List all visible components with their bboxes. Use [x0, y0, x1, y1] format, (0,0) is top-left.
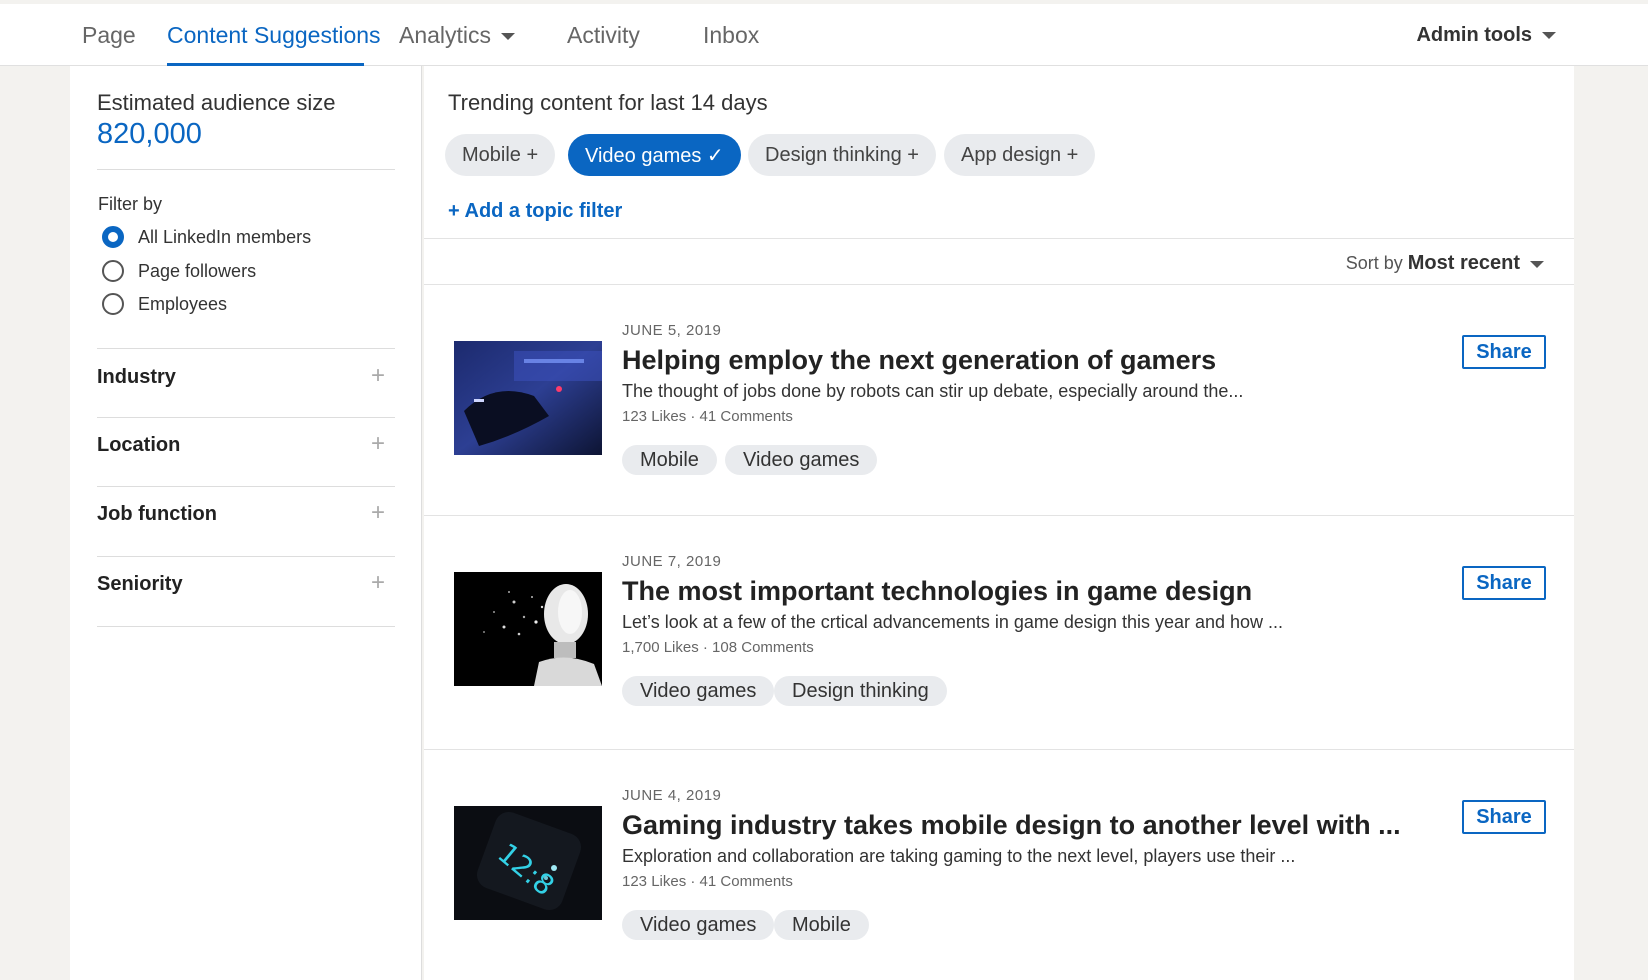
share-button[interactable]: Share: [1462, 566, 1546, 600]
card-stats: 1,700 Likes · 108 Comments: [622, 639, 814, 656]
topic-pill-video-games[interactable]: Video games ✓: [568, 134, 741, 176]
card-description: Exploration and collaboration are taking…: [622, 846, 1296, 866]
plus-icon[interactable]: +: [371, 362, 385, 390]
tab-inbox[interactable]: Inbox: [703, 22, 759, 49]
facet-seniority[interactable]: Seniority +: [97, 569, 395, 596]
plus-icon[interactable]: +: [371, 569, 385, 597]
share-button[interactable]: Share: [1462, 335, 1546, 369]
share-button[interactable]: Share: [1462, 800, 1546, 834]
radio-page-followers[interactable]: Page followers: [102, 260, 256, 282]
facet-label: Job function: [97, 503, 217, 525]
gaming-keyboard-image-svg: [454, 341, 602, 455]
card-stats: 123 Likes · 41 Comments: [622, 873, 793, 890]
content-card: JUNE 5, 2019 Helping employ the next gen…: [424, 285, 1574, 515]
add-topic-filter-link[interactable]: + Add a topic filter: [448, 200, 622, 223]
radio-employees[interactable]: Employees: [102, 293, 227, 315]
card-description: Let’s look at a few of the crtical advan…: [622, 612, 1284, 632]
divider: [97, 486, 395, 487]
card-stats: 123 Likes · 41 Comments: [622, 408, 793, 425]
topic-pill-design-thinking[interactable]: Design thinking +: [748, 134, 936, 176]
content-card: 12:8 JUNE 4, 2019 Gaming industry takes …: [424, 750, 1574, 980]
topic-pill-app-design[interactable]: App design +: [944, 134, 1096, 176]
radio-label: All LinkedIn members: [138, 226, 312, 247]
chevron-down-icon: [1530, 260, 1544, 268]
card-title[interactable]: The most important technologies in game …: [622, 576, 1252, 607]
filter-by-label: Filter by: [98, 194, 163, 214]
robot-head-image-svg: [454, 572, 602, 686]
facet-label: Seniority: [97, 573, 183, 595]
content-card: JUNE 7, 2019 The most important technolo…: [424, 516, 1574, 746]
audience-size-label: Estimated audience size: [97, 90, 336, 115]
facet-label: Industry: [97, 366, 176, 388]
divider: [424, 238, 1574, 239]
facet-label: Location: [97, 434, 181, 456]
tab-analytics[interactable]: Analytics: [399, 22, 516, 49]
radio-unchecked-icon[interactable]: [102, 293, 124, 315]
plus-icon[interactable]: +: [371, 430, 385, 458]
robot-head-image: [454, 572, 602, 686]
content-tag[interactable]: Mobile: [774, 910, 869, 940]
divider: [97, 556, 395, 557]
facet-job-function[interactable]: Job function +: [97, 499, 395, 526]
tab-activity[interactable]: Activity: [567, 22, 640, 49]
main-content: Trending content for last 14 days Mobile…: [424, 66, 1574, 980]
card-date: JUNE 4, 2019: [622, 787, 722, 804]
tab-page[interactable]: Page: [82, 22, 136, 49]
smartwatch-image: 12:8: [454, 806, 602, 920]
chevron-down-icon: [1542, 32, 1556, 40]
divider: [97, 417, 395, 418]
card-title[interactable]: Gaming industry takes mobile design to a…: [622, 810, 1401, 841]
sort-prefix: Sort by: [1345, 253, 1403, 273]
top-nav: Page Content Suggestions Analytics Activ…: [0, 4, 1648, 66]
chevron-down-icon: [501, 33, 516, 41]
facet-location[interactable]: Location +: [97, 430, 395, 457]
tab-content-suggestions[interactable]: Content Suggestions: [167, 22, 381, 49]
content-tag[interactable]: Video games: [622, 910, 775, 940]
sort-dropdown[interactable]: Sort by Most recent: [1346, 252, 1544, 275]
smartwatch-image-svg: 12:8: [454, 806, 602, 920]
trending-title: Trending content for last 14 days: [448, 90, 768, 115]
radio-checked-icon[interactable]: [102, 226, 124, 248]
content-tag[interactable]: Video games: [725, 445, 878, 475]
content-tag[interactable]: Video games: [622, 676, 775, 706]
divider: [97, 626, 395, 627]
topic-pill-mobile[interactable]: Mobile +: [445, 134, 556, 176]
content-tag[interactable]: Mobile: [622, 445, 717, 475]
admin-tools-label: Admin tools: [1416, 24, 1532, 46]
card-title[interactable]: Helping employ the next generation of ga…: [622, 345, 1216, 376]
card-description: The thought of jobs done by robots can s…: [622, 381, 1244, 401]
content-tag[interactable]: Design thinking: [774, 676, 947, 706]
card-date: JUNE 5, 2019: [622, 322, 722, 339]
sort-value: Most recent: [1407, 252, 1520, 274]
radio-all-members[interactable]: All LinkedIn members: [102, 226, 311, 248]
radio-unchecked-icon[interactable]: [102, 260, 124, 282]
tab-analytics-label: Analytics: [399, 22, 492, 48]
filter-sidebar: Estimated audience size 820,000 Filter b…: [70, 66, 422, 980]
gaming-keyboard-image: [454, 341, 602, 455]
plus-icon[interactable]: +: [371, 499, 385, 527]
radio-label: Employees: [138, 293, 228, 314]
audience-size-value: 820,000: [97, 118, 202, 150]
divider: [97, 348, 395, 349]
radio-label: Page followers: [138, 260, 257, 281]
divider: [97, 169, 395, 170]
admin-tools-menu[interactable]: Admin tools: [1416, 24, 1556, 47]
facet-industry[interactable]: Industry +: [97, 362, 395, 389]
card-date: JUNE 7, 2019: [622, 553, 722, 570]
